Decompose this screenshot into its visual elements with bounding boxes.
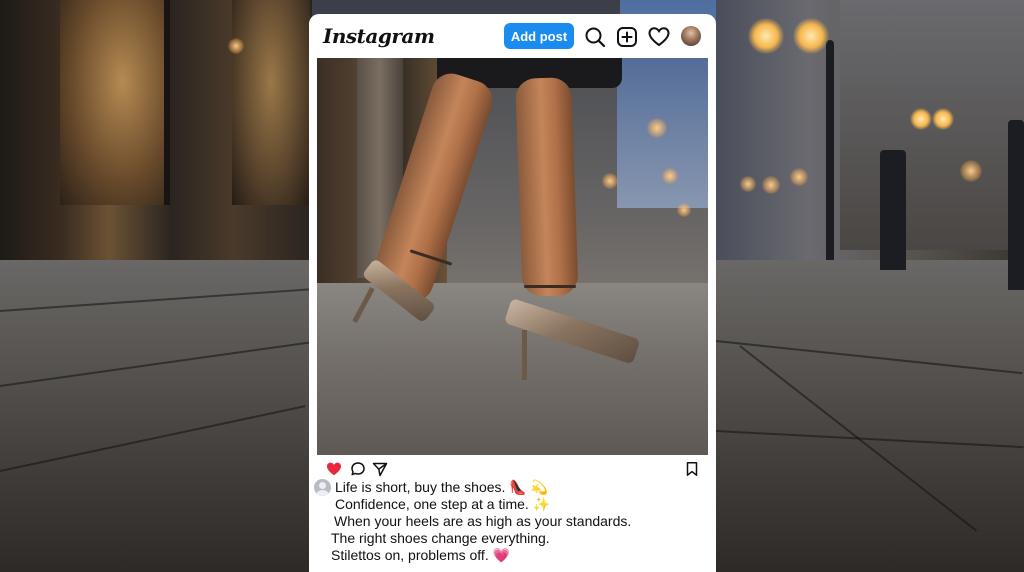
light-bokeh <box>677 203 691 217</box>
heart-icon[interactable] <box>326 461 342 477</box>
post-actions <box>309 458 716 480</box>
add-post-button[interactable]: Add post <box>504 23 574 49</box>
heart-icon[interactable] <box>648 26 670 48</box>
caption-line: When your heels are as high as your stan… <box>334 513 632 529</box>
light-bokeh <box>790 168 808 186</box>
caption-avatar[interactable] <box>314 479 331 496</box>
new-post-icon[interactable] <box>616 26 638 48</box>
light-bokeh <box>960 160 982 182</box>
light-bokeh <box>647 118 667 138</box>
light-bokeh <box>762 176 780 194</box>
instagram-logo[interactable]: Instagram <box>323 24 435 48</box>
search-icon[interactable] <box>584 26 606 48</box>
photo-ankle-strap <box>524 285 576 288</box>
light-bokeh <box>602 173 618 189</box>
light-bokeh <box>662 168 678 184</box>
photo-leg <box>515 77 579 297</box>
bollard <box>1008 120 1024 290</box>
street-lamp <box>793 18 829 54</box>
post-card: Instagram Add post Life is short, buy th… <box>309 14 716 572</box>
post-image[interactable] <box>317 58 708 455</box>
caption-line: Confidence, one step at a time. ✨ <box>335 496 551 512</box>
comment-icon[interactable] <box>350 461 366 477</box>
background-building <box>840 0 1024 250</box>
background-shop-window <box>232 0 310 205</box>
caption-line: Stilettos on, problems off. 💗 <box>331 547 511 563</box>
caption-line: The right shoes change everything. <box>331 530 550 546</box>
avatar[interactable] <box>681 26 701 46</box>
share-icon[interactable] <box>372 461 388 477</box>
bollard <box>880 150 906 270</box>
street-lamp <box>932 108 954 130</box>
top-bar: Instagram Add post <box>309 14 716 59</box>
street-lamp <box>748 18 784 54</box>
street-lamp <box>910 108 932 130</box>
light-bokeh <box>228 38 244 54</box>
lamp-post <box>826 40 834 260</box>
photo-heel <box>522 330 527 380</box>
bookmark-icon[interactable] <box>684 461 700 477</box>
light-bokeh <box>740 176 756 192</box>
caption-line: Life is short, buy the shoes. 👠 💫 <box>335 479 549 495</box>
background-shop-window <box>60 0 170 205</box>
